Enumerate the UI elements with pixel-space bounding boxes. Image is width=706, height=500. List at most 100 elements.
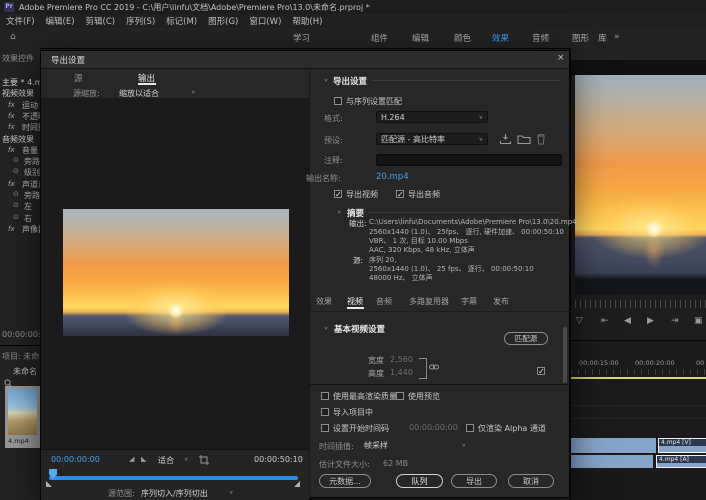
match-source-button[interactable]: 匹配源 (504, 332, 548, 345)
export-audio-checkbox[interactable]: ✓ (396, 190, 404, 198)
effect-row[interactable]: 时间重映射 (22, 122, 41, 133)
time-interpolation-select[interactable]: 帧采样 ∨ (359, 439, 471, 451)
out-point-handle[interactable] (294, 481, 300, 487)
tab-source[interactable]: 源 (74, 72, 83, 84)
workspace-tab-库[interactable]: 库 (598, 32, 607, 44)
effect-param-row[interactable]: 旁路 (24, 156, 40, 167)
tab-project[interactable]: 项目: 未命名 (2, 351, 41, 362)
settings-tab-多路复用器[interactable]: 多路复用器 (409, 296, 449, 307)
effect-row[interactable]: 音量 (22, 145, 38, 156)
effect-row[interactable]: 运动 (22, 100, 38, 111)
transport-export-frame-button[interactable]: ▣ (694, 316, 703, 326)
clip-thumbnail[interactable] (8, 389, 37, 435)
effect-section-row[interactable]: 视频效果 (2, 88, 34, 99)
import-project-checkbox[interactable] (321, 408, 329, 416)
use-previews-checkbox[interactable] (396, 392, 404, 400)
chevron-down-icon[interactable]: ∨ (184, 457, 188, 463)
comment-input[interactable] (376, 154, 562, 166)
width-value[interactable]: 2,560 (390, 355, 413, 364)
menu-item[interactable]: 剪辑(C) (86, 15, 116, 27)
preview-timecode[interactable]: 00:00:00:00 (51, 455, 100, 464)
project-clip-card[interactable]: 4.mp4 (5, 386, 40, 448)
start-timecode-value[interactable]: 00:00:00:00 (409, 423, 458, 432)
source-range-select[interactable]: 序列切入/序列切出 (141, 488, 208, 499)
section-collapse-icon[interactable]: ∨ (324, 78, 328, 84)
zoom-fit-select[interactable]: 适合 (158, 455, 174, 466)
dialog-titlebar[interactable]: 导出设置 × (41, 51, 569, 69)
stopwatch-icon[interactable]: ⊙ (13, 201, 19, 209)
effect-section-row[interactable]: 音频效果 (2, 134, 34, 145)
menu-item[interactable]: 文件(F) (6, 15, 35, 27)
workspace-overflow[interactable]: » (614, 32, 620, 42)
effect-master-row[interactable]: 主要 * 4.mp4 (2, 77, 41, 88)
settings-tab-效果[interactable]: 效果 (316, 296, 332, 307)
start-timecode-checkbox[interactable] (321, 424, 329, 432)
quality-triangle-icon[interactable]: ◢ (129, 455, 134, 463)
workspace-tab-图形[interactable]: 图形 (572, 32, 589, 44)
max-quality-checkbox[interactable] (321, 392, 329, 400)
video-clip-selected[interactable]: 4.mp4 [V] (658, 438, 706, 453)
video-clip[interactable] (571, 438, 656, 453)
crop-icon[interactable] (199, 455, 209, 465)
transport-step-forward-button[interactable]: ⇥ (671, 316, 679, 326)
effect-controls-timecode[interactable]: 00:00:00:00 (2, 330, 41, 339)
workspace-tab-学习[interactable]: 学习 (293, 32, 310, 44)
effect-param-row[interactable]: 右 (24, 213, 32, 224)
transport-marker-button[interactable]: ▽ (576, 316, 583, 326)
audio-clip[interactable] (571, 455, 653, 468)
preview-scrubber-track[interactable] (49, 476, 298, 480)
transport-step-back-button[interactable]: ◀ (624, 316, 631, 326)
effect-param-row[interactable]: 旁路 (24, 190, 40, 201)
workspace-tab-组件[interactable]: 组件 (371, 32, 388, 44)
effect-param-row[interactable]: 左 (24, 201, 32, 212)
in-point-handle[interactable] (46, 481, 52, 487)
home-icon[interactable]: ⌂ (10, 32, 16, 42)
settings-tab-音频[interactable]: 音频 (376, 296, 392, 307)
chevron-down-icon[interactable]: ∨ (229, 490, 233, 496)
import-preset-icon[interactable] (517, 133, 531, 145)
transport-go-to-in-button[interactable]: ⇤ (601, 316, 609, 326)
monitor-timeline-ruler[interactable] (575, 300, 706, 308)
quality-triangle-icon[interactable]: ◣ (141, 455, 146, 463)
effect-row[interactable]: 不透明度 (22, 111, 41, 122)
save-preset-icon[interactable] (499, 133, 512, 145)
effect-row[interactable]: 声像器 (22, 224, 41, 235)
stopwatch-icon[interactable]: ⊙ (13, 213, 19, 221)
transport-play-button[interactable]: ▶ (647, 316, 654, 326)
cancel-button[interactable]: 取消 (508, 474, 554, 488)
stopwatch-icon[interactable]: ⊙ (13, 190, 19, 198)
delete-preset-icon[interactable] (536, 133, 546, 145)
workspace-tab-颜色[interactable]: 颜色 (454, 32, 471, 44)
stopwatch-icon[interactable]: ⊙ (13, 167, 19, 175)
stopwatch-icon[interactable]: ⊙ (13, 156, 19, 164)
menu-item[interactable]: 编辑(E) (46, 15, 75, 27)
section-collapse-icon[interactable]: ∨ (324, 326, 328, 332)
workspace-tab-效果[interactable]: 效果 (492, 32, 509, 44)
format-select[interactable]: H.264 ∨ (376, 111, 488, 123)
workspace-tab-音频[interactable]: 音频 (532, 32, 549, 44)
preset-select[interactable]: 匹配源 - 高比特率 ∨ (376, 133, 488, 145)
metadata-button[interactable]: 元数据... (319, 474, 371, 488)
project-item-label[interactable]: 未命名 (13, 366, 37, 377)
menu-item[interactable]: 标记(M) (166, 15, 197, 27)
chevron-down-icon[interactable]: ∨ (191, 90, 195, 96)
section-collapse-icon[interactable]: ∨ (337, 210, 341, 216)
menu-item[interactable]: 序列(S) (126, 15, 155, 27)
timeline-ruler-label[interactable]: 00 (696, 359, 704, 367)
export-video-checkbox[interactable]: ✓ (334, 190, 342, 198)
output-name-link[interactable]: 20.mp4 (376, 172, 409, 182)
effect-row[interactable]: 声道音量 (22, 179, 41, 190)
work-area-bar[interactable] (571, 377, 706, 379)
timeline-ruler-ticks[interactable] (571, 369, 706, 375)
height-value[interactable]: 1,440 (390, 368, 413, 377)
workspace-tab-编辑[interactable]: 编辑 (412, 32, 429, 44)
constrain-checkbox[interactable]: ✓ (537, 367, 545, 375)
timeline-ruler-label[interactable]: 00:00:20:00 (635, 359, 675, 367)
close-icon[interactable]: × (557, 53, 565, 63)
scrollbar-thumb[interactable] (563, 327, 567, 383)
timeline-ruler-label[interactable]: 00:00:15:00 (579, 359, 619, 367)
audio-clip-selected[interactable]: 4.mp4 [A] (656, 455, 706, 468)
settings-tab-视频[interactable]: 视频 (347, 296, 363, 307)
tab-effect-controls[interactable]: 效果控件 (2, 53, 34, 64)
alpha-only-checkbox[interactable] (466, 424, 474, 432)
